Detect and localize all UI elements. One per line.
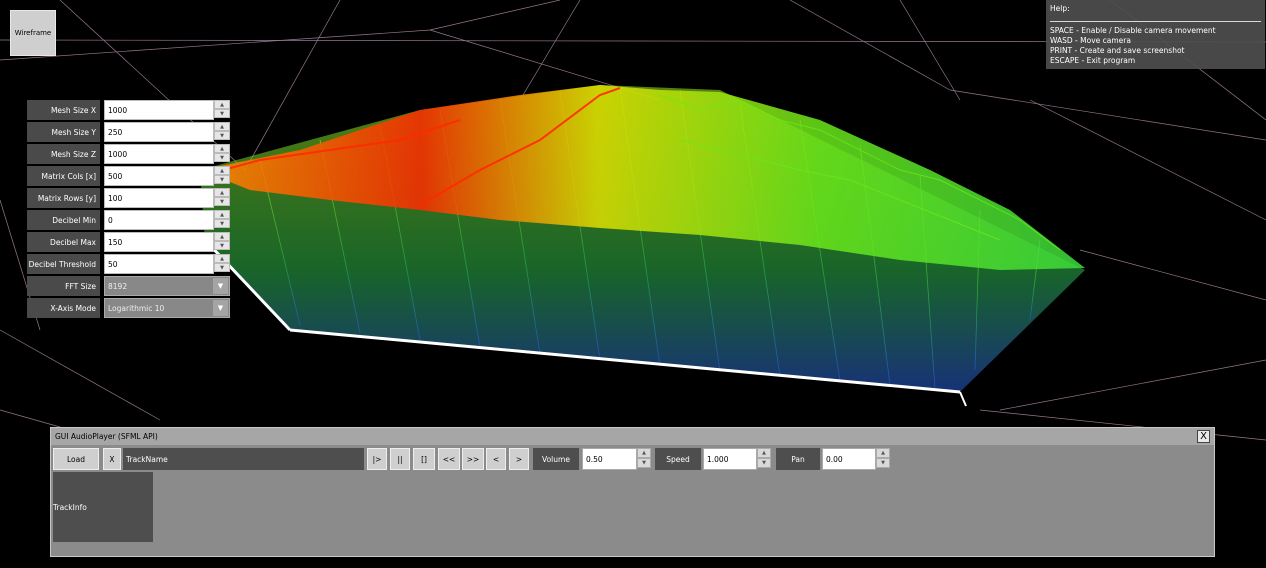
spin-up-icon[interactable]: ▲	[214, 100, 230, 109]
help-panel: Help: SPACE - Enable / Disable camera mo…	[1046, 0, 1265, 69]
param-label: Mesh Size Y	[27, 122, 100, 142]
decibel-max-stepper[interactable]: ▲ ▼	[214, 232, 230, 252]
spin-down-icon[interactable]: ▼	[876, 458, 890, 468]
mesh-size-z-input[interactable]: 1000	[104, 144, 214, 164]
matrix-cols-input[interactable]: 500	[104, 166, 214, 186]
decibel-threshold-input[interactable]: 50	[104, 254, 214, 274]
matrix-rows-input[interactable]: 100	[104, 188, 214, 208]
speed-label: Speed	[655, 448, 701, 470]
help-line-space: SPACE - Enable / Disable camera movement	[1050, 26, 1216, 35]
play-button[interactable]: |>	[367, 448, 387, 470]
fft-size-value: 8192	[108, 281, 128, 291]
decibel-min-input[interactable]: 0	[104, 210, 214, 230]
matrix-rows-stepper[interactable]: ▲ ▼	[214, 188, 230, 208]
fast-forward-button[interactable]: >>	[462, 448, 484, 470]
audio-player-title: GUI AudioPlayer (SFML API)	[51, 428, 1214, 445]
x-axis-mode-value: Logarithmic 10	[108, 303, 165, 313]
spin-up-icon[interactable]: ▲	[214, 122, 230, 131]
pan-label: Pan	[776, 448, 820, 470]
decibel-min-stepper[interactable]: ▲ ▼	[214, 210, 230, 230]
volume-label: Volume	[533, 448, 579, 470]
speed-stepper[interactable]: ▲ ▼	[757, 448, 771, 470]
audio-player-window: GUI AudioPlayer (SFML API) X Load X Trac…	[50, 427, 1215, 557]
next-button[interactable]: >	[509, 448, 529, 470]
spin-up-icon[interactable]: ▲	[214, 144, 230, 153]
param-label: Decibel Threshold	[27, 254, 100, 274]
param-label: Matrix Cols [x]	[27, 166, 100, 186]
param-label: FFT Size	[27, 276, 100, 296]
close-button[interactable]: X	[1197, 430, 1210, 443]
spin-down-icon[interactable]: ▼	[214, 241, 230, 250]
rewind-button[interactable]: <<	[438, 448, 460, 470]
help-line-wasd: WASD - Move camera	[1050, 36, 1131, 45]
pan-stepper[interactable]: ▲ ▼	[876, 448, 890, 470]
mesh-size-z-stepper[interactable]: ▲ ▼	[214, 144, 230, 164]
pan-input[interactable]: 0.00	[822, 448, 876, 470]
spin-down-icon[interactable]: ▼	[214, 175, 230, 184]
spin-down-icon[interactable]: ▼	[214, 219, 230, 228]
clear-track-button[interactable]: X	[103, 448, 121, 470]
spin-down-icon[interactable]: ▼	[214, 131, 230, 140]
help-line-escape: ESCAPE - Exit program	[1050, 56, 1136, 65]
spin-up-icon[interactable]: ▲	[214, 188, 230, 197]
help-line-print: PRINT - Create and save screenshot	[1050, 46, 1185, 55]
chevron-down-icon[interactable]: ▼	[213, 278, 228, 294]
spin-down-icon[interactable]: ▼	[637, 458, 651, 468]
decibel-max-input[interactable]: 150	[104, 232, 214, 252]
fft-size-select[interactable]: 8192 ▼	[104, 276, 230, 296]
spin-down-icon[interactable]: ▼	[214, 197, 230, 206]
help-title: Help:	[1050, 4, 1070, 13]
mesh-size-y-stepper[interactable]: ▲ ▼	[214, 122, 230, 142]
spin-up-icon[interactable]: ▲	[214, 254, 230, 263]
track-name-field[interactable]: TrackName	[123, 448, 364, 470]
chevron-down-icon[interactable]: ▼	[213, 300, 228, 316]
track-info-text: TrackInfo	[53, 502, 87, 512]
spin-up-icon[interactable]: ▲	[757, 448, 771, 458]
mesh-size-x-input[interactable]: 1000	[104, 100, 214, 120]
load-button[interactable]: Load	[53, 448, 99, 470]
window-title-text: GUI AudioPlayer (SFML API)	[55, 432, 158, 441]
param-label: Mesh Size Z	[27, 144, 100, 164]
param-label: Matrix Rows [y]	[27, 188, 100, 208]
param-label: X-Axis Mode	[27, 298, 100, 318]
spin-up-icon[interactable]: ▲	[214, 210, 230, 219]
mesh-size-y-input[interactable]: 250	[104, 122, 214, 142]
previous-button[interactable]: <	[486, 448, 506, 470]
param-label: Decibel Min	[27, 210, 100, 230]
help-divider	[1050, 21, 1261, 22]
spin-down-icon[interactable]: ▼	[214, 153, 230, 162]
param-label: Decibel Max	[27, 232, 100, 252]
spin-up-icon[interactable]: ▲	[637, 448, 651, 458]
spin-down-icon[interactable]: ▼	[757, 458, 771, 468]
volume-stepper[interactable]: ▲ ▼	[637, 448, 651, 470]
spin-up-icon[interactable]: ▲	[876, 448, 890, 458]
x-axis-mode-select[interactable]: Logarithmic 10 ▼	[104, 298, 230, 318]
mesh-size-x-stepper[interactable]: ▲ ▼	[214, 100, 230, 120]
wireframe-button[interactable]: Wireframe	[10, 10, 56, 56]
spin-up-icon[interactable]: ▲	[214, 166, 230, 175]
spin-down-icon[interactable]: ▼	[214, 109, 230, 118]
volume-input[interactable]: 0.50	[582, 448, 637, 470]
param-label: Mesh Size X	[27, 100, 100, 120]
pause-button[interactable]: ||	[390, 448, 410, 470]
spin-down-icon[interactable]: ▼	[214, 263, 230, 272]
stop-button[interactable]: []	[413, 448, 435, 470]
track-info-panel: TrackInfo	[53, 472, 153, 542]
speed-input[interactable]: 1.000	[703, 448, 757, 470]
spin-up-icon[interactable]: ▲	[214, 232, 230, 241]
decibel-threshold-stepper[interactable]: ▲ ▼	[214, 254, 230, 274]
matrix-cols-stepper[interactable]: ▲ ▼	[214, 166, 230, 186]
